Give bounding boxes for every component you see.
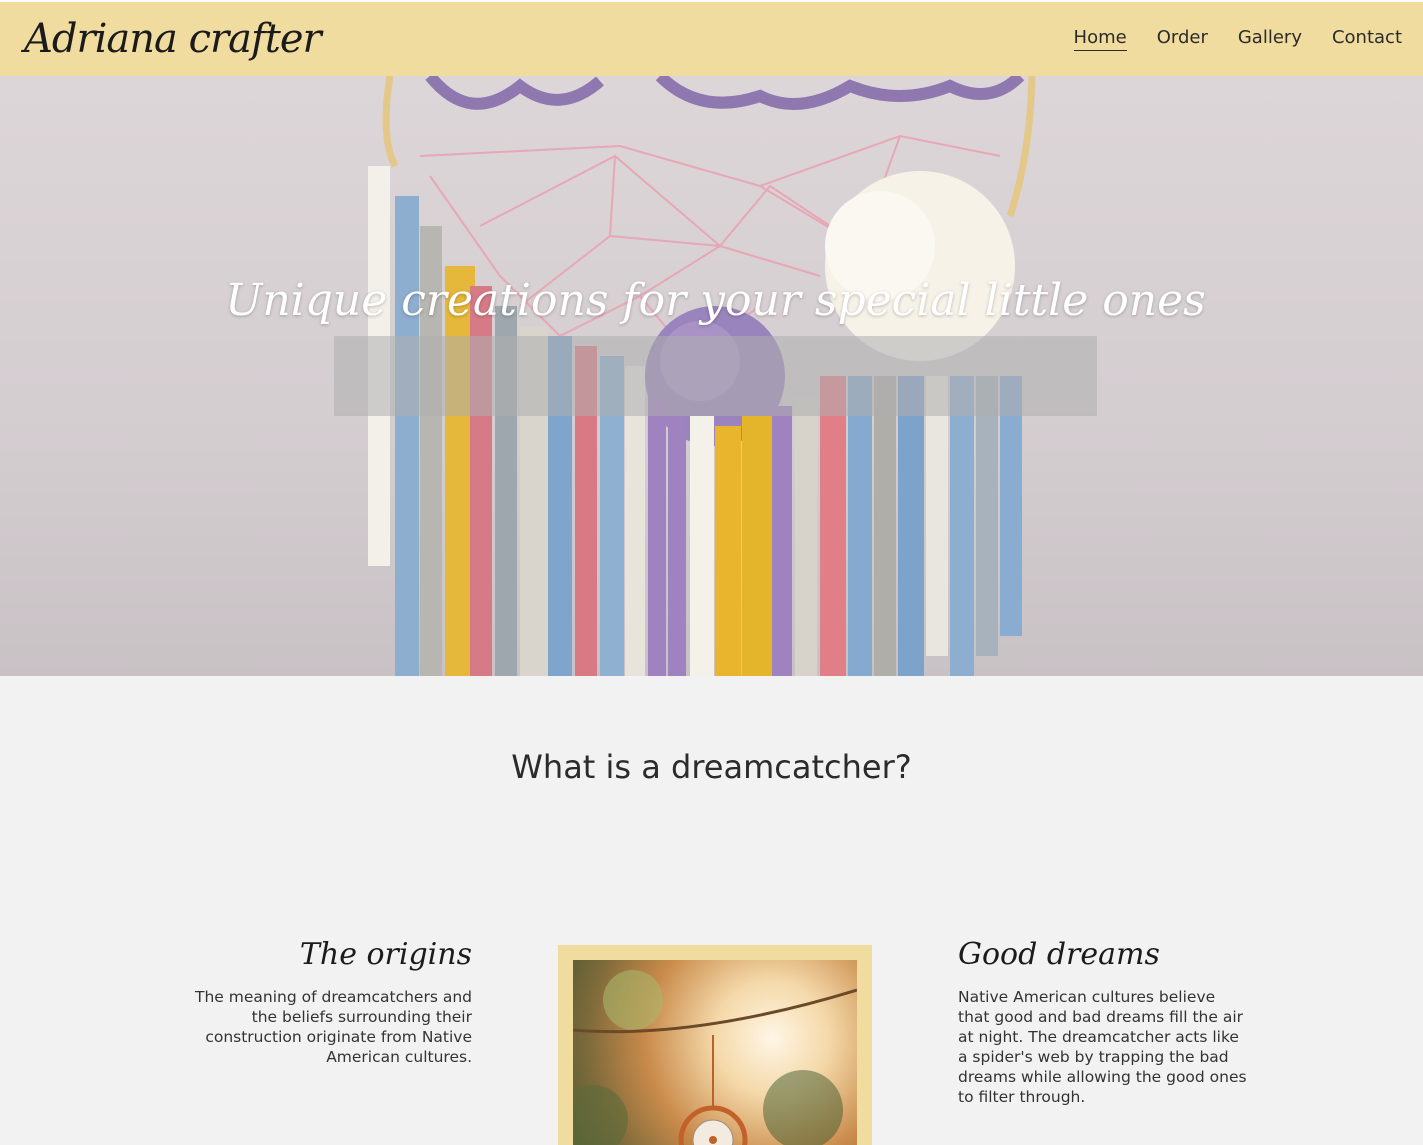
site-header: Adriana crafter Home Order Gallery Conta… (0, 0, 1423, 76)
origins-column: The origins The meaning of dreamcatchers… (190, 938, 472, 1067)
hero-banner (0, 76, 1423, 676)
good-dreams-column: Good dreams Native American cultures bel… (958, 938, 1248, 1107)
good-dreams-heading: Good dreams (958, 937, 1160, 972)
main-nav: Home Order Gallery Contact (1073, 27, 1402, 51)
nav-home-link[interactable]: Home (1073, 27, 1127, 51)
good-dreams-text: Native American cultures believe that go… (958, 988, 1247, 1106)
section-title: What is a dreamcatcher? (511, 748, 912, 786)
nav-order-link[interactable]: Order (1157, 27, 1208, 51)
hero-caption: Unique creations for your special little… (225, 274, 1206, 326)
hero-caption-backdrop (334, 336, 1097, 416)
site-logo[interactable]: Adriana crafter (24, 19, 322, 59)
dreamcatcher-photo (573, 960, 857, 1145)
nav-gallery-link[interactable]: Gallery (1238, 27, 1302, 51)
origins-heading: The origins (299, 937, 472, 972)
origins-text: The meaning of dreamcatchers and the bel… (195, 988, 472, 1066)
nav-contact-link[interactable]: Contact (1332, 27, 1402, 51)
